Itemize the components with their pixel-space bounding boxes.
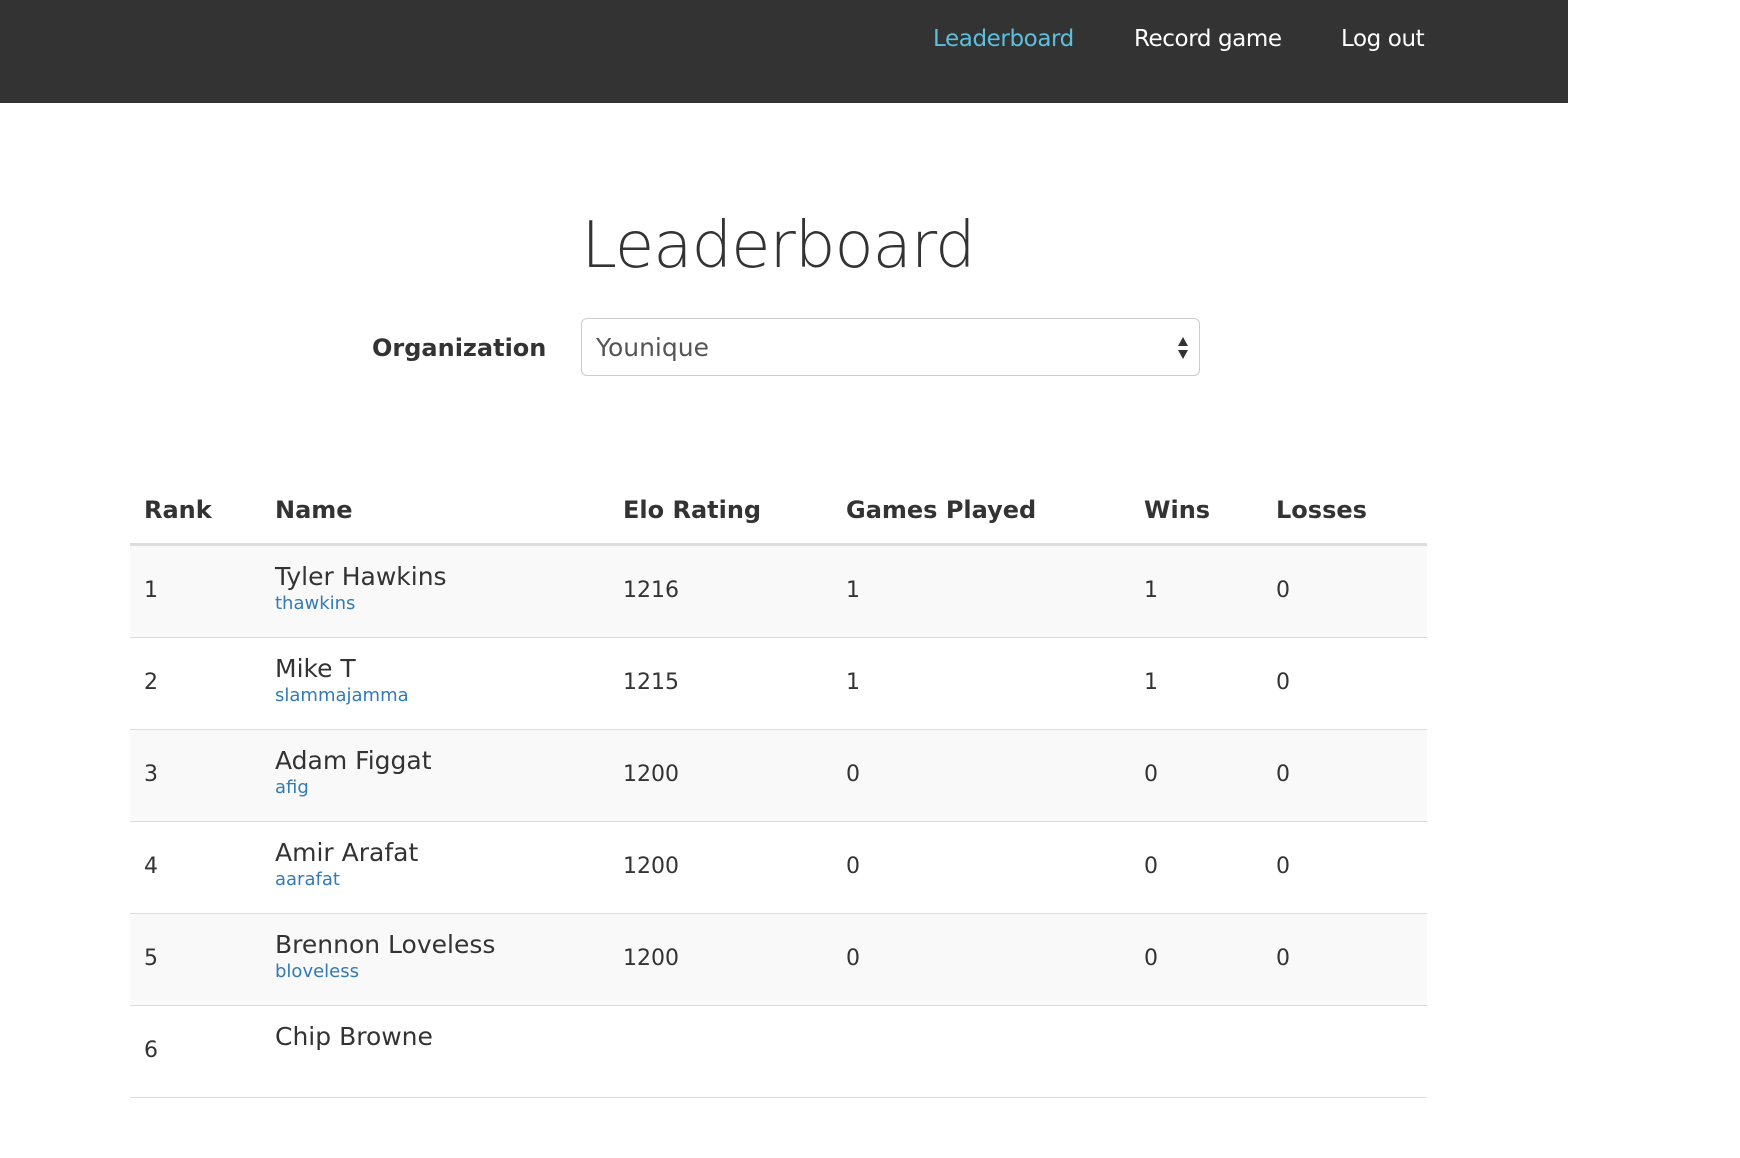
- player-username-link[interactable]: slammajamma: [275, 684, 409, 708]
- wins-cell: 1: [1144, 670, 1158, 695]
- player-name: Tyler Hawkins: [275, 562, 447, 591]
- losses-cell: 0: [1276, 762, 1290, 787]
- header-losses: Losses: [1276, 496, 1367, 524]
- table-row: 1 Tyler Hawkins thawkins 1216 1 1 0: [130, 546, 1427, 638]
- table-row: 4 Amir Arafat aarafat 1200 0 0 0: [130, 822, 1427, 914]
- wins-cell: 0: [1144, 854, 1158, 879]
- player-name: Mike T: [275, 654, 356, 683]
- organization-select-value: Younique: [596, 333, 709, 362]
- rank-cell: 5: [144, 946, 158, 971]
- page-title: Leaderboard: [581, 209, 975, 283]
- losses-cell: 0: [1276, 946, 1290, 971]
- losses-cell: 0: [1276, 670, 1290, 695]
- nav-log-out-link[interactable]: Log out: [1341, 24, 1425, 54]
- organization-select[interactable]: Younique: [581, 318, 1200, 376]
- wins-cell: 1: [1144, 578, 1158, 603]
- losses-cell: 0: [1276, 854, 1290, 879]
- rank-cell: 4: [144, 854, 158, 879]
- player-username-link[interactable]: thawkins: [275, 592, 355, 616]
- elo-rating-cell: 1215: [623, 670, 679, 695]
- rank-cell: 1: [144, 578, 158, 603]
- table-row: 6 Chip Browne: [130, 1006, 1427, 1098]
- player-username-link[interactable]: afig: [275, 776, 309, 800]
- leaderboard-table: Rank Name Elo Rating Games Played Wins L…: [130, 476, 1427, 1098]
- wins-cell: 0: [1144, 946, 1158, 971]
- rank-cell: 6: [144, 1038, 158, 1063]
- player-username-link[interactable]: bloveless: [275, 960, 359, 984]
- table-row: 5 Brennon Loveless bloveless 1200 0 0 0: [130, 914, 1427, 1006]
- player-username-link[interactable]: aarafat: [275, 868, 340, 892]
- wins-cell: 0: [1144, 762, 1158, 787]
- table-header: Rank Name Elo Rating Games Played Wins L…: [130, 476, 1427, 546]
- table-row: 3 Adam Figgat afig 1200 0 0 0: [130, 730, 1427, 822]
- player-name: Brennon Loveless: [275, 930, 496, 959]
- organization-label: Organization: [372, 334, 547, 362]
- losses-cell: 0: [1276, 578, 1290, 603]
- games-played-cell: 1: [846, 578, 860, 603]
- games-played-cell: 0: [846, 946, 860, 971]
- table-body: 1 Tyler Hawkins thawkins 1216 1 1 0 2 Mike Tslam…: [130, 546, 1427, 1098]
- header-games-played: Games Played: [846, 496, 1037, 524]
- elo-rating-cell: 1200: [623, 946, 679, 971]
- nav-leaderboard-link[interactable]: Leaderboard: [933, 24, 1074, 54]
- games-played-cell: 0: [846, 762, 860, 787]
- player-name: Amir Arafat: [275, 838, 419, 867]
- player-name: Chip Browne: [275, 1022, 433, 1051]
- header-elo-rating: Elo Rating: [623, 496, 762, 524]
- top-navbar: Leaderboard Record game Log out: [0, 0, 1568, 103]
- elo-rating-cell: 1200: [623, 762, 679, 787]
- table-row: 2 Mike Tslammajamma 1215 1 1 0: [130, 638, 1427, 730]
- nav-record-game-link[interactable]: Record game: [1134, 24, 1282, 54]
- rank-cell: 3: [144, 762, 158, 787]
- header-name: Name: [275, 496, 353, 524]
- games-played-cell: 1: [846, 670, 860, 695]
- games-played-cell: 0: [846, 854, 860, 879]
- select-arrows-icon: [1178, 337, 1188, 359]
- elo-rating-cell: 1200: [623, 854, 679, 879]
- header-wins: Wins: [1144, 496, 1211, 524]
- player-name: Adam Figgat: [275, 746, 432, 775]
- header-rank: Rank: [144, 496, 212, 524]
- elo-rating-cell: 1216: [623, 578, 679, 603]
- rank-cell: 2: [144, 670, 158, 695]
